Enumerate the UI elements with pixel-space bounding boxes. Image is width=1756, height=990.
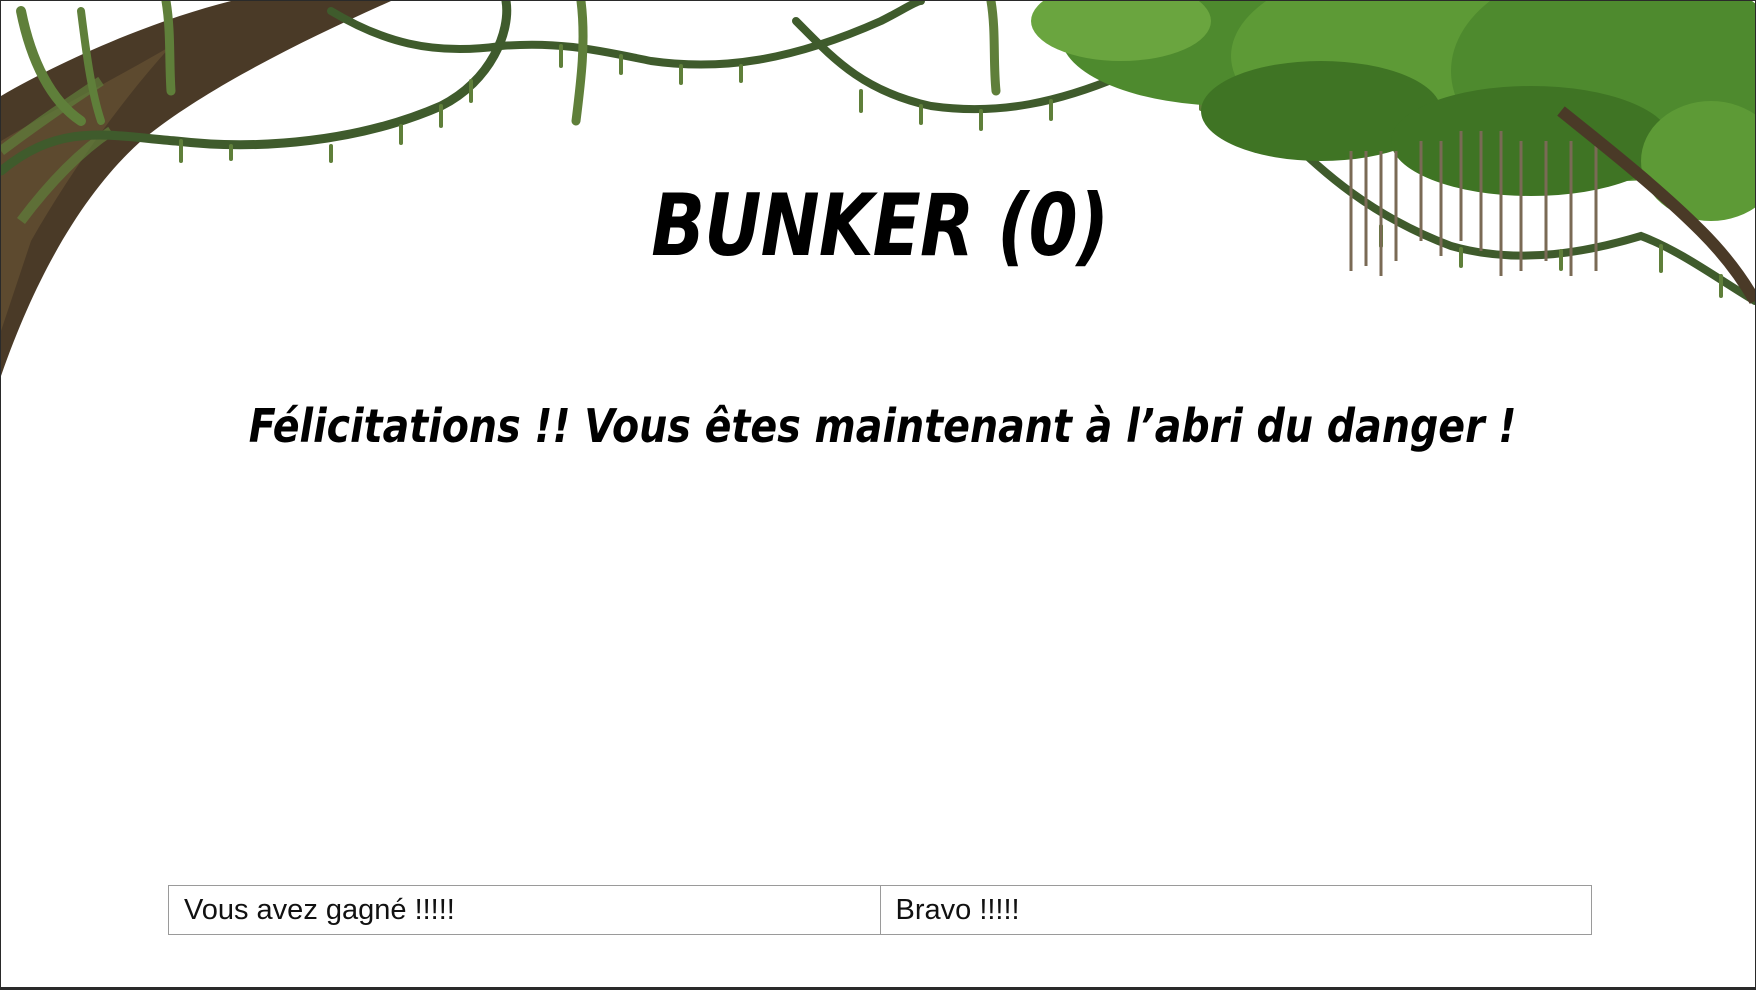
success-message: Félicitations !! Vous êtes maintenant à … bbox=[248, 399, 1517, 453]
choice-bravo[interactable]: Bravo !!!!! bbox=[879, 886, 1592, 934]
choice-table: Vous avez gagné !!!!! Bravo !!!!! bbox=[168, 885, 1592, 935]
choice-you-won[interactable]: Vous avez gagné !!!!! bbox=[169, 886, 880, 934]
game-slide: BUNKER (0) Félicitations !! Vous êtes ma… bbox=[0, 0, 1756, 990]
slide-title: BUNKER (0) bbox=[651, 176, 1109, 276]
